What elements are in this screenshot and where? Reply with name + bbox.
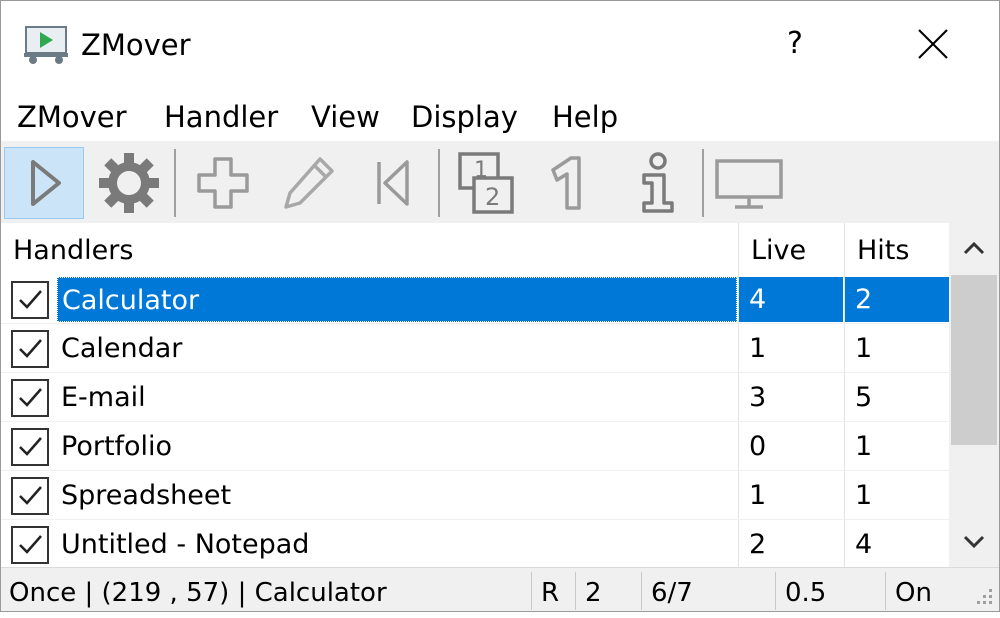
row-name: Untitled - Notepad: [61, 529, 310, 560]
edit-handler-button[interactable]: [268, 147, 348, 219]
status-divider: [575, 572, 576, 610]
help-button[interactable]: ?: [769, 21, 821, 67]
pencil-icon: [284, 157, 334, 209]
info-button[interactable]: [617, 147, 697, 219]
column-header-live[interactable]: Live: [739, 223, 845, 275]
scroll-down-button[interactable]: [949, 517, 999, 567]
status-main: Once | (219 , 57) | Calculator: [9, 578, 387, 608]
toolbar: 1 2: [1, 141, 999, 223]
row-checkbox[interactable]: [11, 379, 49, 417]
skip-back-button[interactable]: [352, 147, 432, 219]
window-title: ZMover: [81, 28, 191, 62]
table-row[interactable]: Calculator 4 2: [1, 275, 949, 324]
menu-help[interactable]: Help: [552, 95, 618, 139]
status-pane-value: 0.5: [785, 578, 827, 608]
order-button[interactable]: 1 2: [446, 147, 526, 219]
row-checkbox[interactable]: [11, 477, 49, 515]
skip-back-icon: [377, 160, 409, 206]
table-row[interactable]: Untitled - Notepad 2 4: [1, 520, 949, 567]
status-pane-mode: R: [541, 578, 560, 608]
menu-zmover[interactable]: ZMover: [17, 95, 127, 139]
order-1-2-icon: 1 2: [458, 152, 514, 214]
row-checkbox[interactable]: [11, 428, 49, 466]
column-header-hits[interactable]: Hits: [845, 223, 949, 275]
checkmark-icon: [19, 388, 42, 407]
scroll-thumb[interactable]: [951, 275, 997, 445]
checkmark-icon: [19, 535, 42, 554]
chevron-down-icon: [963, 535, 985, 549]
plus-icon: [197, 157, 249, 209]
row-live: 3: [749, 382, 767, 413]
menu-bar: ZMover Handler View Display Help: [1, 93, 999, 141]
checkmark-icon: [19, 486, 42, 505]
row-name: E-mail: [61, 382, 146, 413]
status-divider: [885, 572, 886, 610]
toolbar-separator: [174, 149, 176, 217]
column-header-handlers[interactable]: Handlers: [1, 223, 739, 275]
row-name: Calculator: [57, 277, 737, 322]
display-button[interactable]: [709, 147, 789, 219]
row-hits: 5: [855, 382, 873, 413]
list-header: Handlers Live Hits: [1, 223, 949, 275]
chevron-up-icon: [963, 241, 985, 255]
checkmark-icon: [19, 437, 42, 456]
toolbar-separator: [438, 149, 440, 217]
checkmark-icon: [19, 339, 42, 358]
row-checkbox[interactable]: [11, 281, 49, 319]
app-icon: [24, 26, 68, 64]
vertical-scrollbar[interactable]: [949, 223, 999, 567]
row-checkbox[interactable]: [11, 330, 49, 368]
row-live: 0: [749, 431, 767, 462]
status-divider: [641, 572, 642, 610]
row-name: Calendar: [61, 333, 183, 364]
handlers-list[interactable]: Handlers Live Hits Calculator 4 2 Calend…: [1, 223, 999, 567]
row-name: Spreadsheet: [61, 480, 232, 511]
table-row[interactable]: Portfolio 0 1: [1, 422, 949, 471]
row-hits: 1: [855, 431, 873, 462]
menu-display[interactable]: Display: [411, 95, 518, 139]
row-live: 1: [749, 480, 767, 511]
info-icon: [642, 152, 674, 213]
status-pane-count: 2: [585, 578, 602, 608]
status-pane-state: On: [895, 578, 932, 608]
row-live: 2: [749, 529, 767, 560]
status-pane-ratio: 6/7: [651, 578, 693, 608]
first-button[interactable]: [528, 147, 608, 219]
menu-handler[interactable]: Handler: [164, 95, 278, 139]
start-button[interactable]: [4, 147, 84, 219]
resize-grip-icon[interactable]: [969, 581, 995, 607]
table-row[interactable]: Calendar 1 1: [1, 324, 949, 373]
checkmark-icon: [19, 290, 42, 309]
zmover-window: ZMover ? ZMover Handler View Display Hel…: [0, 0, 1000, 612]
scroll-up-button[interactable]: [949, 223, 999, 273]
row-hits: 4: [855, 529, 873, 560]
status-divider: [775, 572, 776, 610]
toolbar-separator: [702, 149, 704, 217]
title-bar[interactable]: ZMover ?: [1, 1, 999, 89]
row-hits: 1: [855, 480, 873, 511]
menu-view[interactable]: View: [311, 95, 380, 139]
status-divider: [531, 572, 532, 610]
row-live: 1: [749, 333, 767, 364]
svg-text:2: 2: [485, 183, 500, 211]
status-bar: Once | (219 , 57) | Calculator R 2 6/7 0…: [1, 567, 999, 611]
row-hits: 2: [845, 277, 949, 322]
play-icon: [31, 160, 61, 206]
list-rows: Calculator 4 2 Calendar 1 1 E-mail 3 5 P…: [1, 275, 949, 567]
table-row[interactable]: E-mail 3 5: [1, 373, 949, 422]
row-live: 4: [739, 277, 843, 322]
settings-button[interactable]: [89, 147, 169, 219]
table-row[interactable]: Spreadsheet 1 1: [1, 471, 949, 520]
close-icon: [918, 29, 948, 59]
number-one-icon: [551, 156, 581, 210]
add-handler-button[interactable]: [183, 147, 263, 219]
row-name: Portfolio: [61, 431, 173, 462]
close-button[interactable]: [907, 21, 959, 67]
row-checkbox[interactable]: [11, 526, 49, 564]
monitor-icon: [715, 159, 783, 209]
svg-text:1: 1: [474, 158, 488, 183]
gear-icon: [99, 153, 159, 213]
row-hits: 1: [855, 333, 873, 364]
